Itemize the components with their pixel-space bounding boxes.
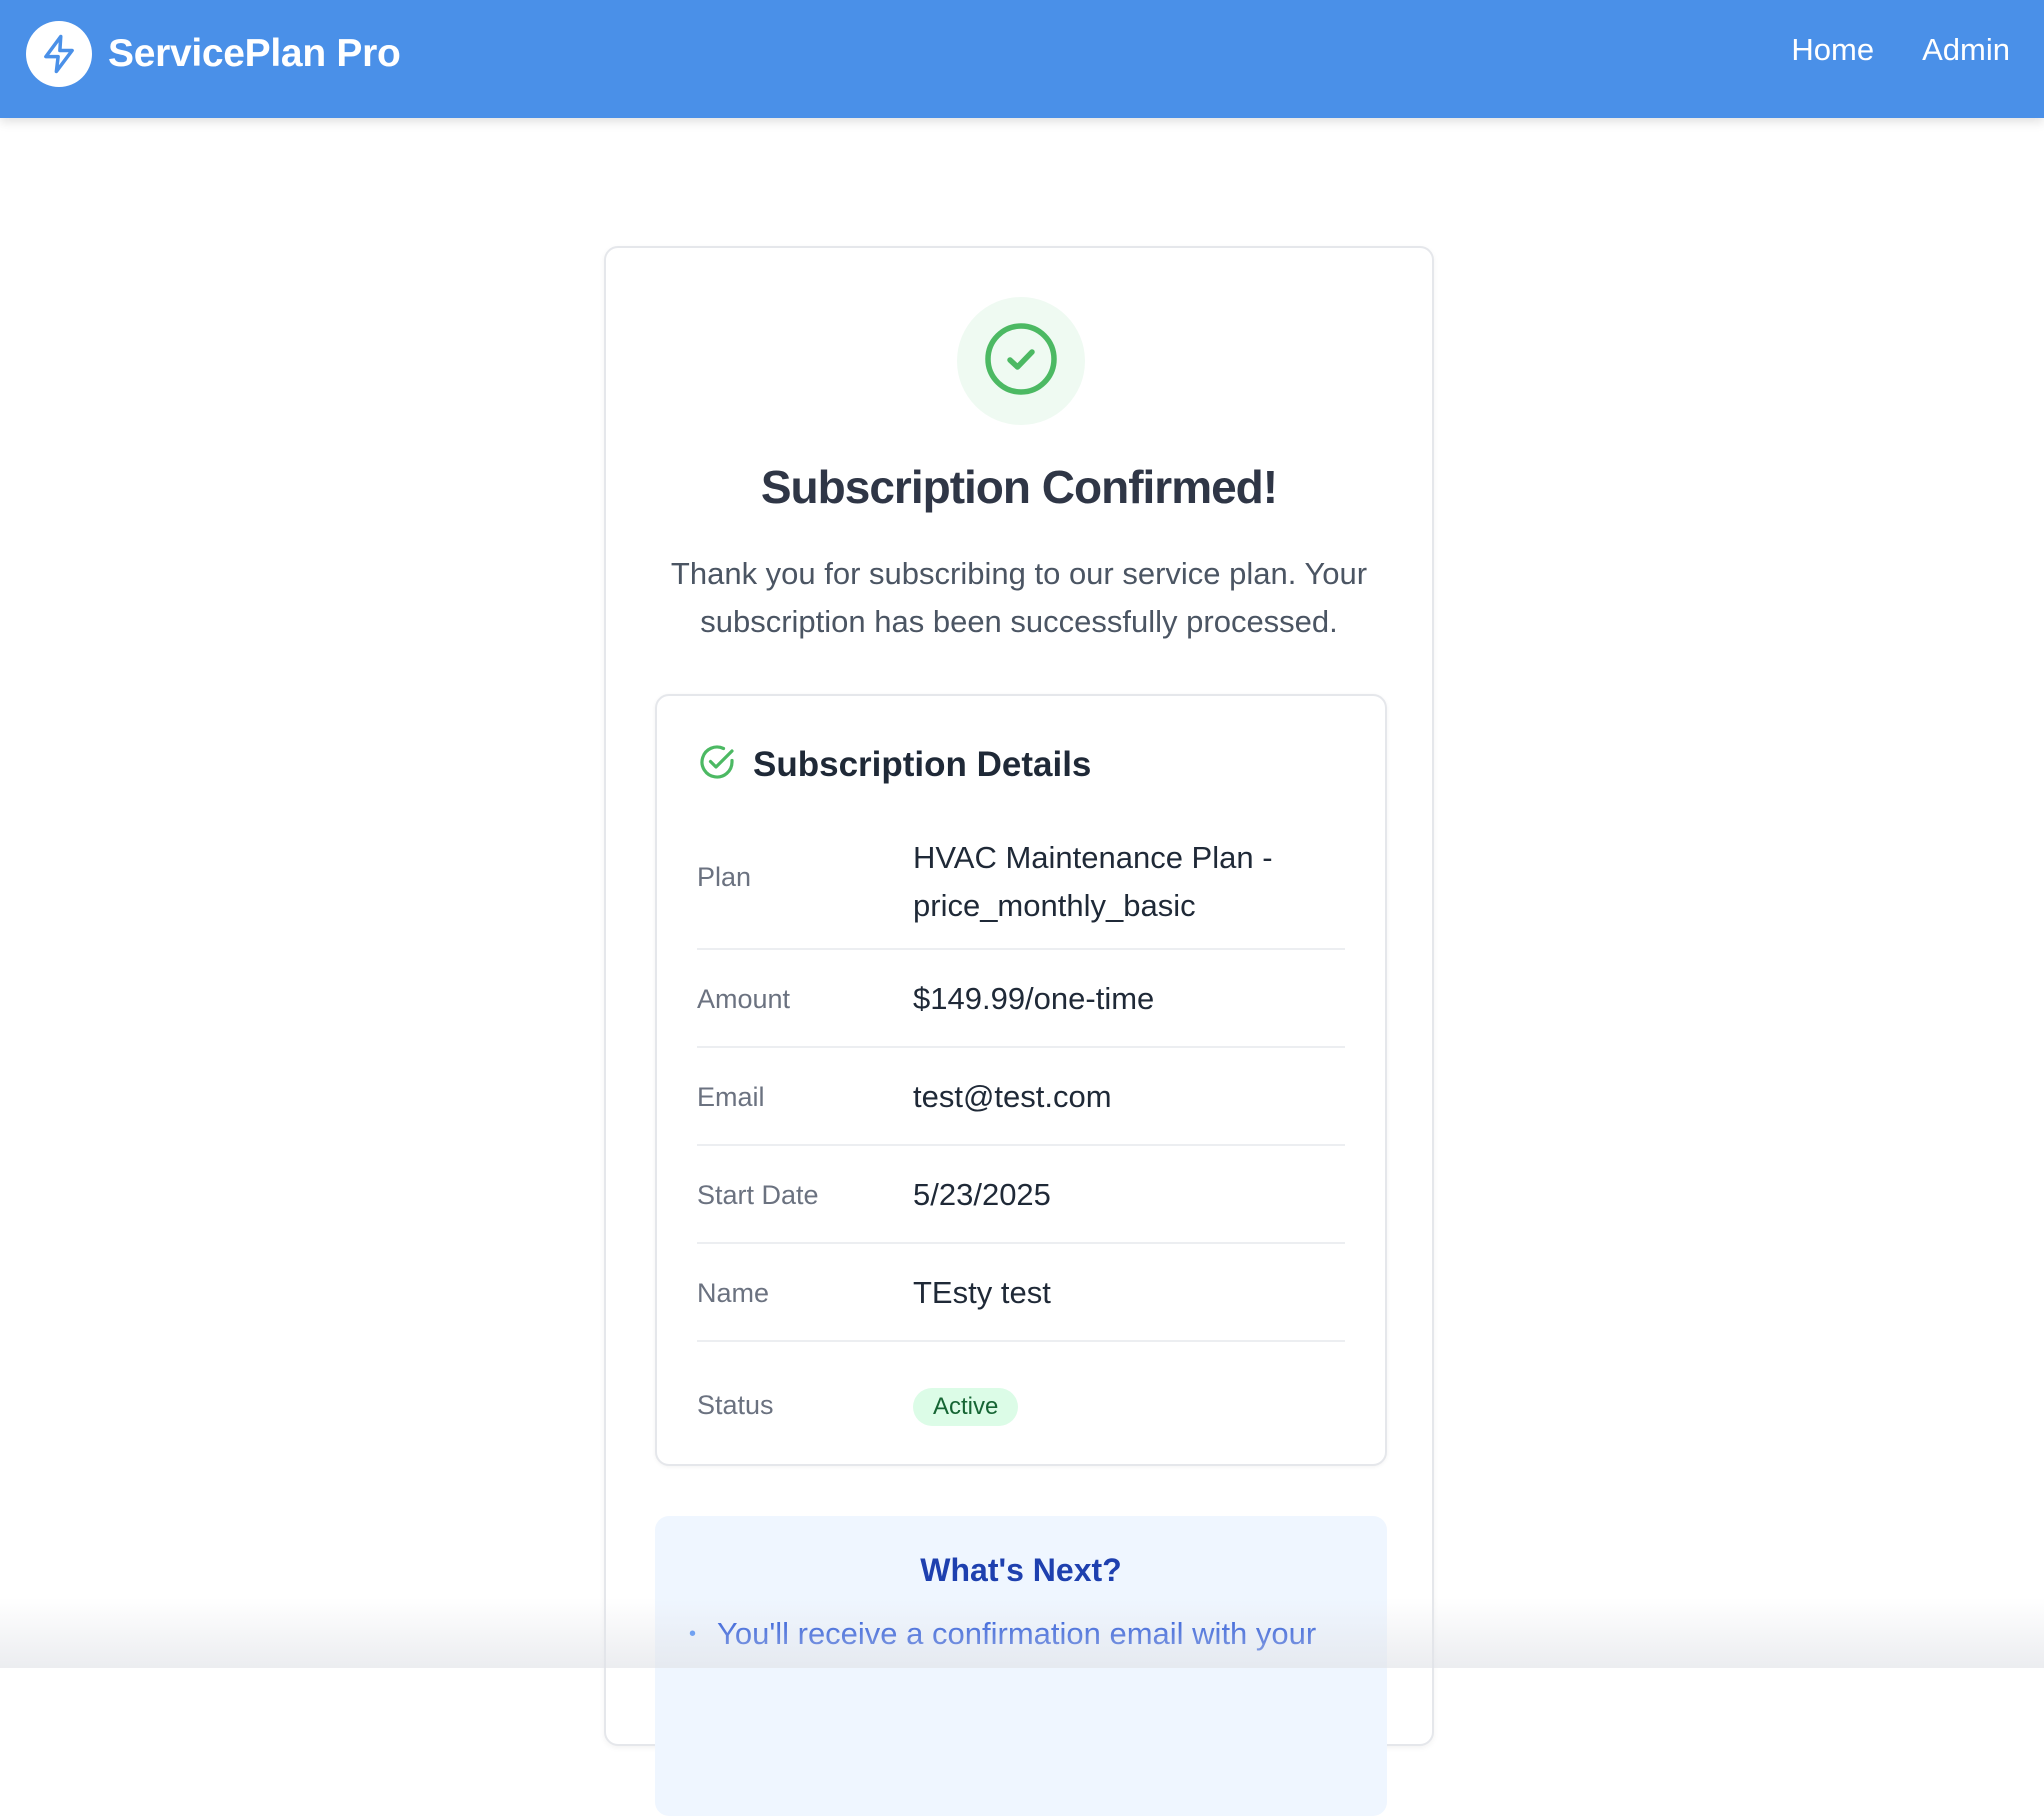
detail-value: 5/23/2025 <box>913 1177 1051 1212</box>
brand-link[interactable]: ServicePlan Pro <box>26 21 401 87</box>
list-item-text: You'll receive a confirmation email with… <box>717 1616 1317 1651</box>
detail-label: Status <box>697 1390 774 1420</box>
list-item: • You'll receive a confirmation email wi… <box>689 1612 1316 1656</box>
detail-label: Name <box>697 1278 770 1308</box>
page-title: Subscription Confirmed! <box>760 461 1278 513</box>
confirmation-card: Subscription Confirmed! Thank you for su… <box>604 246 1434 1816</box>
detail-row-plan: Plan HVAC Maintenance Plan - price_month… <box>697 814 1345 950</box>
detail-row-start-date: Start Date 5/23/2025 <box>697 1146 1345 1244</box>
details-title: Subscription Details <box>753 744 1092 784</box>
whats-next-panel: What's Next? • You'll receive a confirma… <box>655 1516 1387 1816</box>
brand-name: ServicePlan Pro <box>108 32 401 75</box>
details-header: Subscription Details <box>697 742 1091 787</box>
status-badge: Active <box>913 1388 1019 1426</box>
check-circle-icon <box>697 742 737 787</box>
bullet-icon: • <box>689 1623 697 1645</box>
detail-label: Start Date <box>697 1180 819 1210</box>
whats-next-list: • You'll receive a confirmation email wi… <box>689 1612 1316 1656</box>
detail-value: Active <box>913 1380 1343 1428</box>
detail-label: Email <box>697 1082 765 1112</box>
subscription-details-panel: Subscription Details Plan HVAC Maintenan… <box>655 694 1387 1466</box>
detail-value: HVAC Maintenance Plan - price_monthly_ba… <box>913 840 1273 923</box>
nav-admin-link[interactable]: Admin <box>1922 32 2010 68</box>
success-badge <box>957 297 1085 425</box>
detail-row-name: Name TEsty test <box>697 1244 1345 1342</box>
detail-value: test@test.com <box>913 1079 1112 1114</box>
nav-home-link[interactable]: Home <box>1791 32 1874 68</box>
detail-value: $149.99/one-time <box>913 981 1155 1016</box>
detail-row-email: Email test@test.com <box>697 1048 1345 1146</box>
detail-row-status: Status Active <box>697 1342 1345 1452</box>
detail-label: Plan <box>697 862 752 892</box>
confirmation-message: Thank you for subscribing to our service… <box>670 556 1368 639</box>
detail-value: TEsty test <box>913 1275 1051 1310</box>
top-navbar: ServicePlan Pro Home Admin <box>0 0 2044 118</box>
detail-row-amount: Amount $149.99/one-time <box>697 950 1345 1048</box>
detail-label: Amount <box>697 984 791 1014</box>
check-circle-icon <box>983 321 1059 402</box>
lightning-bolt-icon <box>26 21 92 87</box>
whats-next-title: What's Next? <box>920 1552 1122 1588</box>
main-nav: Home Admin <box>1791 32 2010 68</box>
